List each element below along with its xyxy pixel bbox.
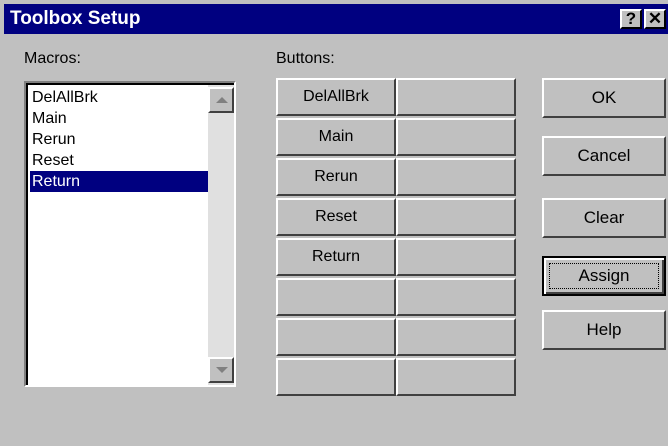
macro-item-delallbrk[interactable]: DelAllBrk (30, 87, 212, 108)
help-titlebar-button[interactable]: ? (620, 9, 642, 29)
close-titlebar-button[interactable]: ✕ (644, 9, 666, 29)
grid-button-r3c2[interactable] (396, 158, 516, 196)
clear-button[interactable]: Clear (542, 198, 666, 238)
grid-button-r4c1[interactable]: Reset (276, 198, 396, 236)
ok-button[interactable]: OK (542, 78, 666, 118)
toolbox-setup-dialog: Toolbox Setup ? ✕ Macros: DelAllBrk Main… (0, 0, 668, 446)
window-title: Toolbox Setup (10, 8, 141, 29)
arrow-down-icon (216, 367, 228, 373)
grid-button-r6c1[interactable] (276, 278, 396, 316)
scroll-up-button[interactable] (208, 87, 234, 113)
grid-button-r4c2[interactable] (396, 198, 516, 236)
macros-label: Macros: (24, 50, 81, 67)
macros-listbox[interactable]: DelAllBrk Main Rerun Reset Return (24, 81, 236, 387)
grid-button-r7c1[interactable] (276, 318, 396, 356)
grid-button-r8c2[interactable] (396, 358, 516, 396)
buttons-label: Buttons: (276, 50, 335, 67)
assign-button-label: Assign (578, 266, 630, 285)
scroll-down-button[interactable] (208, 357, 234, 383)
grid-button-r5c1[interactable]: Return (276, 238, 396, 276)
grid-button-r5c2[interactable] (396, 238, 516, 276)
macro-item-reset[interactable]: Reset (30, 150, 212, 171)
macros-scrollbar[interactable] (208, 85, 234, 385)
help-button[interactable]: Help (542, 310, 666, 350)
grid-button-r6c2[interactable] (396, 278, 516, 316)
close-icon: ✕ (647, 9, 663, 28)
question-mark-icon: ? (625, 9, 637, 28)
assign-button[interactable]: Assign (542, 256, 666, 296)
macro-item-main[interactable]: Main (30, 108, 212, 129)
grid-button-r2c1[interactable]: Main (276, 118, 396, 156)
title-bar[interactable]: Toolbox Setup ? ✕ (4, 4, 668, 34)
grid-button-r2c2[interactable] (396, 118, 516, 156)
grid-button-r1c1[interactable]: DelAllBrk (276, 78, 396, 116)
grid-button-r8c1[interactable] (276, 358, 396, 396)
grid-button-r3c1[interactable]: Rerun (276, 158, 396, 196)
grid-button-r1c2[interactable] (396, 78, 516, 116)
macros-listbox-inner: DelAllBrk Main Rerun Reset Return (26, 83, 234, 385)
arrow-up-icon (216, 97, 228, 103)
macro-item-return[interactable]: Return (30, 171, 212, 192)
grid-button-r7c2[interactable] (396, 318, 516, 356)
macro-item-rerun[interactable]: Rerun (30, 129, 212, 150)
cancel-button[interactable]: Cancel (542, 136, 666, 176)
